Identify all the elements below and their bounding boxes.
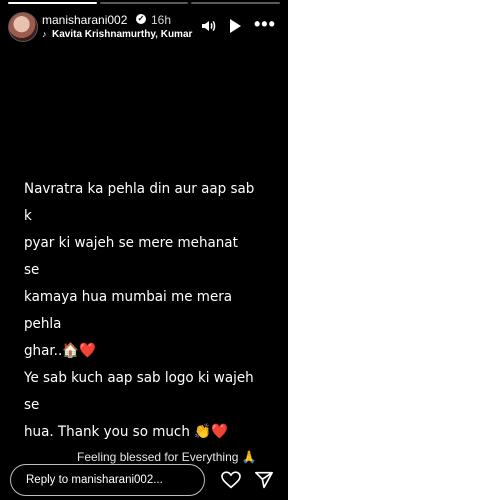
music-note-icon: ♪ [42,29,47,39]
story-header: manisharani002 ✓ 16h ♪ Kavita Krishnamur… [8,10,280,44]
progress-segment [8,2,97,4]
story-text-line: kamaya hua mumbai me mera pehla [24,289,233,332]
verified-badge-icon: ✓ [136,14,146,24]
reply-placeholder: Reply to manisharani002... [26,474,163,486]
music-track[interactable]: Kavita Krishnamurthy, Kumar [52,29,202,40]
story-text-line: ghar..🏠❤️ [24,343,96,359]
story-text-line: hua. Thank you so much 👏❤️ [24,424,228,440]
send-icon[interactable] [254,471,274,489]
story-viewer[interactable]: manisharani002 ✓ 16h ♪ Kavita Krishnamur… [0,0,288,500]
username[interactable]: manisharani002 [42,13,127,27]
more-options-icon[interactable]: ••• [254,15,276,33]
story-text-line: Ye sab kuch aap sab logo ki wajeh se [24,370,254,413]
story-text-line: pyar ki wajeh se mere mehanat se [24,235,238,278]
progress-segment [191,2,281,4]
heart-icon[interactable] [221,471,241,489]
reply-input[interactable]: Reply to manisharani002... [10,464,205,496]
story-progress-bar [8,2,281,4]
time-ago: 16h [151,13,172,27]
story-caption: Feeling blessed for Everything 🙏 [77,450,257,464]
story-text: Navratra ka pehla din aur aap sab k pyar… [24,176,257,446]
progress-segment [99,2,189,4]
speaker-icon[interactable] [200,18,216,34]
play-icon[interactable] [228,18,242,34]
avatar[interactable] [8,12,38,42]
story-text-line: Navratra ka pehla din aur aap sab k [24,181,255,224]
